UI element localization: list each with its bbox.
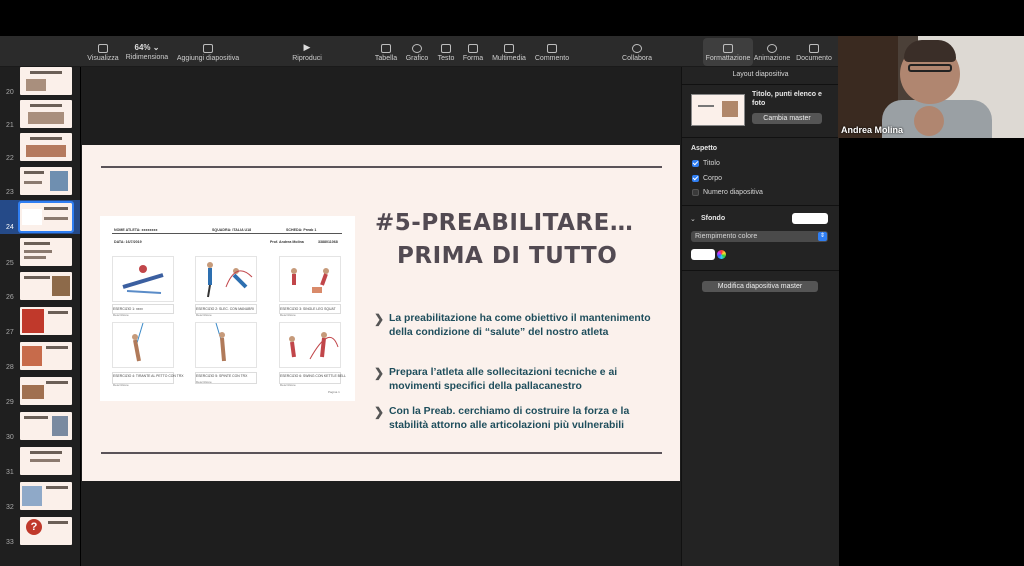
text-icon — [441, 44, 451, 53]
exercise-label: ESERCIZIO 5: SPINTE CON TRX — [196, 374, 248, 378]
zoom-level: 64% — [134, 43, 151, 52]
change-master-button[interactable]: Cambia master — [752, 113, 822, 124]
animate-icon — [767, 44, 777, 53]
fill-color-swatch[interactable] — [691, 249, 715, 260]
exercise-image — [112, 322, 174, 368]
media-button[interactable]: Multimedia — [490, 38, 528, 66]
sheet-phone: 3388011068 — [318, 240, 338, 244]
slide-divider-top — [101, 166, 662, 168]
add-slide-icon — [203, 44, 213, 53]
exercise-label: ESERCIZIO 6: SWING CON KETTLE BELL — [280, 374, 346, 378]
collaborate-button[interactable]: Collabora — [620, 38, 654, 66]
sheet-date: DATA: 16/7/2019 — [114, 240, 142, 244]
media-icon — [504, 44, 514, 53]
play-icon: ▶ — [303, 42, 311, 52]
layout-name: Titolo, punti elenco e foto — [752, 91, 822, 107]
background-color-swatch[interactable] — [792, 213, 828, 224]
slide-thumbnail[interactable]: 26 — [0, 272, 80, 302]
exercise-image — [112, 256, 174, 302]
slide-title-line1[interactable]: #5-PREABILITARE… — [375, 210, 633, 236]
view-button[interactable]: Visualizza — [86, 38, 120, 66]
exercise-label: ESERCIZIO 1: xxxx — [113, 307, 143, 311]
slide-thumbnail[interactable]: 32 — [0, 482, 80, 512]
chevron-right-icon: ❯ — [374, 405, 385, 419]
exercise-label: ESERCIZIO 4: TIRANTE AL PETTO CON TRX — [113, 374, 184, 378]
exercise-image — [195, 256, 257, 302]
dropdown-icon: ⇕ — [818, 232, 827, 241]
slide-thumbnail[interactable]: 23 — [0, 167, 80, 197]
chart-button[interactable]: Grafico — [404, 38, 430, 66]
slide-thumbnail[interactable]: 22 — [0, 133, 80, 163]
comment-button[interactable]: Commento — [534, 38, 570, 66]
slide-thumbnail[interactable]: 25 — [0, 238, 80, 268]
color-wheel-icon[interactable] — [717, 250, 726, 259]
page-number: Pagina 1 — [328, 390, 340, 394]
chevron-down-icon: ⌄ — [152, 43, 160, 52]
question-mark-icon: ? — [26, 519, 42, 535]
collaborate-icon — [632, 44, 642, 53]
slide-number-checkbox[interactable] — [692, 189, 699, 196]
sidebar-icon — [98, 44, 108, 53]
exercise-label: ESERCIZIO 3: SINGLE LEG SQUAT — [280, 307, 336, 311]
text-button[interactable]: Testo — [435, 38, 457, 66]
comment-icon — [547, 44, 557, 53]
slide-thumbnail[interactable]: 33? — [0, 517, 80, 547]
shape-icon — [468, 44, 478, 53]
chart-icon — [412, 44, 422, 53]
exercise-sheet-image[interactable]: NOME ATLETA: xxxxxxxx SQUADRA: ITALIA U1… — [100, 216, 355, 401]
format-button[interactable]: Formattazione — [703, 38, 753, 66]
format-panel: Layout diapositiva Titolo, punti elenco … — [681, 67, 839, 566]
slide-thumbnail[interactable]: 28 — [0, 342, 80, 372]
animate-button[interactable]: Animazione — [754, 38, 790, 66]
table-button[interactable]: Tabella — [373, 38, 399, 66]
paintbrush-icon — [723, 44, 733, 53]
chevron-right-icon: ❯ — [374, 312, 385, 326]
sheet-author: Prof. Andrea Molina — [270, 240, 304, 244]
fill-type-select[interactable]: Riempimento colore ⇕ — [691, 231, 828, 242]
chevron-down-icon[interactable]: ⌄ — [690, 215, 696, 223]
table-icon — [381, 44, 391, 53]
slide-navigator[interactable]: 20 21 22 23 24 25 26 27 28 29 30 31 32 3… — [0, 67, 80, 566]
sheet: SCHEDA: Preab 1 — [286, 228, 317, 232]
exercise-image — [279, 322, 341, 368]
document-icon — [809, 44, 819, 53]
slide-divider-bottom — [101, 452, 662, 454]
team: SQUADRA: ITALIA U18 — [212, 228, 252, 232]
play-button[interactable]: ▶ Riproduci — [290, 38, 324, 66]
appearance-heading: Aspetto — [691, 145, 718, 152]
edit-master-slide-button[interactable]: Modifica diapositiva master — [702, 281, 818, 292]
slide-thumbnail[interactable]: 31 — [0, 447, 80, 477]
exercise-image — [195, 322, 257, 368]
zoom-button[interactable]: 64% ⌄ Ridimensiona — [124, 38, 170, 66]
slide-thumbnail[interactable]: 29 — [0, 377, 80, 407]
panel-title: Layout diapositiva — [732, 71, 789, 78]
slide-title-line2[interactable]: PRIMA DI TUTTO — [397, 243, 617, 269]
layout-thumbnail[interactable] — [691, 94, 745, 126]
athlete-name: NOME ATLETA: xxxxxxxx — [114, 228, 158, 232]
slide-thumbnail-selected[interactable]: 24 — [0, 200, 80, 234]
toolbar: Visualizza 64% ⌄ Ridimensiona Aggiungi d… — [0, 36, 838, 67]
add-slide-button[interactable]: Aggiungi diapositiva — [176, 38, 240, 66]
background-heading: Sfondo — [701, 215, 726, 222]
slide-thumbnail[interactable]: 21 — [0, 100, 80, 130]
exercise-image — [279, 256, 341, 302]
title-checkbox[interactable] — [692, 160, 699, 167]
shape-button[interactable]: Forma — [461, 38, 485, 66]
participant-video[interactable]: Andrea Molina — [838, 36, 1024, 138]
body-checkbox[interactable] — [692, 175, 699, 182]
slide-thumbnail[interactable]: 20 — [0, 67, 80, 97]
slide-thumbnail[interactable]: 30 — [0, 412, 80, 442]
document-button[interactable]: Documento — [796, 38, 832, 66]
chevron-right-icon: ❯ — [374, 366, 385, 380]
slide-thumbnail[interactable]: 27 — [0, 307, 80, 337]
participant-name: Andrea Molina — [841, 125, 904, 135]
exercise-label: ESERCIZIO 2: SLEC. CON MANUBRI — [196, 307, 254, 311]
